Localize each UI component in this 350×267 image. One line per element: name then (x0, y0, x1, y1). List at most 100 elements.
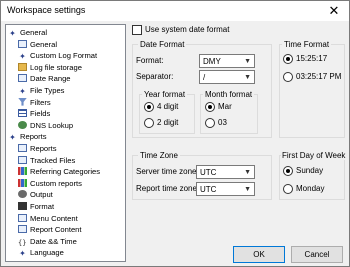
tree-item-label: Format (30, 202, 55, 211)
tree-item[interactable]: Fields (18, 109, 50, 119)
tree-item[interactable]: Report Content (18, 225, 82, 235)
title-bar: Workspace settings ✕ (1, 1, 349, 21)
format-icon (18, 202, 27, 210)
month-03-label: 03 (218, 118, 227, 127)
time-format-legend: Time Format (282, 40, 332, 49)
tree-item[interactable]: Log file storage (18, 62, 82, 73)
time-12h-label: 03:25:17 PM (296, 72, 342, 81)
tree-item[interactable]: Referring Categories (18, 167, 100, 177)
tree-item-label: Language (30, 248, 64, 258)
tree-item-label: Custom reports (30, 178, 82, 188)
star-icon: ✦ (9, 29, 16, 38)
format-select[interactable]: DMY ▼ (199, 54, 255, 68)
radio-dot (144, 102, 154, 112)
document-icon (18, 155, 27, 164)
tree-item[interactable]: DNS Lookup (18, 120, 73, 131)
window-title: Workspace settings (7, 5, 86, 15)
time-zone-group: Time Zone Server time zone: UTC ▼ Report… (132, 151, 272, 200)
radio-dot (283, 184, 293, 194)
cancel-button[interactable]: Cancel (291, 246, 343, 263)
document-icon (18, 213, 27, 222)
chart-icon (18, 178, 27, 187)
chevron-down-icon: ▼ (244, 58, 251, 65)
tree-item-label: File Types (30, 86, 65, 95)
tree-item-label: Tracked Files (30, 155, 76, 165)
year-format-legend: Year format (142, 90, 188, 99)
star-icon: ✦ (19, 52, 26, 62)
filter-icon (18, 97, 27, 106)
year-4digit-label: 4 digit (157, 102, 179, 111)
system-date-checkbox[interactable] (132, 25, 142, 35)
separator-value: / (203, 73, 206, 82)
chevron-down-icon: ▼ (244, 186, 251, 193)
sunday-label: Sunday (296, 166, 324, 175)
document-icon (18, 39, 27, 48)
tree-item[interactable]: Menu Content (18, 213, 78, 224)
first-day-group: First Day of Week Sunday Monday (279, 151, 347, 200)
server-tz-label: Server time zone: (136, 167, 199, 176)
report-tz-select[interactable]: UTC ▼ (196, 182, 255, 196)
tree-item[interactable]: Output (18, 190, 53, 200)
star-icon: ✦ (9, 133, 16, 143)
tree-item-label: Filters (30, 97, 51, 107)
ok-button[interactable]: OK (233, 246, 285, 263)
tree-item-label: Log file storage (30, 62, 82, 72)
tree-item[interactable]: Format (18, 202, 54, 212)
server-tz-value: UTC (200, 168, 217, 177)
tree-item[interactable]: Reports (18, 144, 57, 154)
first-day-legend: First Day of Week (281, 151, 347, 160)
tree-item[interactable]: ✦ Language (18, 248, 64, 258)
server-tz-select[interactable]: UTC ▼ (196, 165, 255, 179)
tree-item-label: General (20, 28, 48, 37)
tree-item[interactable]: Filters (18, 97, 51, 108)
report-tz-label: Report time zone: (136, 184, 200, 193)
system-date-label: Use system date format (145, 25, 230, 34)
monday-label: Monday (296, 184, 325, 193)
radio-dot (205, 118, 215, 128)
radio-dot (283, 72, 293, 82)
tree-item[interactable]: Date Range (18, 74, 71, 84)
tree-item[interactable]: ✦ Custom Log Format (18, 51, 97, 61)
date-format-legend: Date Format (138, 40, 187, 49)
settings-tree[interactable]: ✦ General General ✦ Custom Log Format Log fil… (5, 24, 126, 262)
time-24h-label: 15:25:17 (296, 54, 328, 63)
radio-dot (205, 102, 215, 112)
tree-item[interactable]: General (18, 39, 57, 50)
radio-dot (283, 54, 293, 64)
document-icon (18, 144, 27, 152)
chevron-down-icon: ▼ (244, 74, 251, 81)
list-icon (18, 109, 27, 118)
month-format-legend: Month format (203, 90, 255, 99)
calendar-icon (18, 74, 27, 83)
settings-window: Workspace settings ✕ ✦ General General ✦ Cus… (0, 0, 350, 267)
tree-item[interactable]: ✦ File Types (18, 86, 64, 96)
tree-item-label: Custom Log Format (30, 51, 98, 61)
lookup-icon (18, 120, 27, 129)
tree-item-label: Referring Categories (30, 167, 101, 177)
tree-item-label: Output (30, 190, 53, 200)
tree-item[interactable]: Custom reports (18, 178, 82, 189)
folder-icon (18, 62, 27, 71)
tree-item-label: Report Content (30, 225, 82, 235)
star-icon: ✦ (19, 249, 26, 259)
brace-icon: {} (18, 238, 27, 247)
gear-icon (18, 190, 27, 199)
chevron-down-icon: ▼ (244, 169, 251, 176)
tree-item[interactable]: {} Date && Time (18, 237, 77, 247)
date-format-group: Date Format Format: DMY ▼ Separator: / ▼… (132, 40, 272, 138)
tree-item-label: Menu Content (30, 213, 78, 223)
tree-item[interactable]: Tracked Files (18, 155, 76, 166)
year-2digit-label: 2 digit (157, 118, 179, 127)
tree-item[interactable]: ✦ General (8, 28, 47, 38)
tree-item[interactable]: ✦ Reports (8, 132, 46, 143)
format-value: DMY (203, 57, 221, 66)
report-tz-value: UTC (200, 185, 217, 194)
separator-select[interactable]: / ▼ (199, 70, 255, 84)
year-format-group: Year format 4 digit 2 digit (139, 90, 195, 134)
close-button[interactable]: ✕ (319, 1, 349, 21)
time-format-group: Time Format 15:25:17 03:25:17 PM (279, 40, 345, 138)
star-icon: ✦ (19, 87, 26, 96)
separator-label: Separator: (136, 72, 174, 81)
format-label: Format: (136, 56, 164, 65)
radio-dot (144, 118, 154, 128)
